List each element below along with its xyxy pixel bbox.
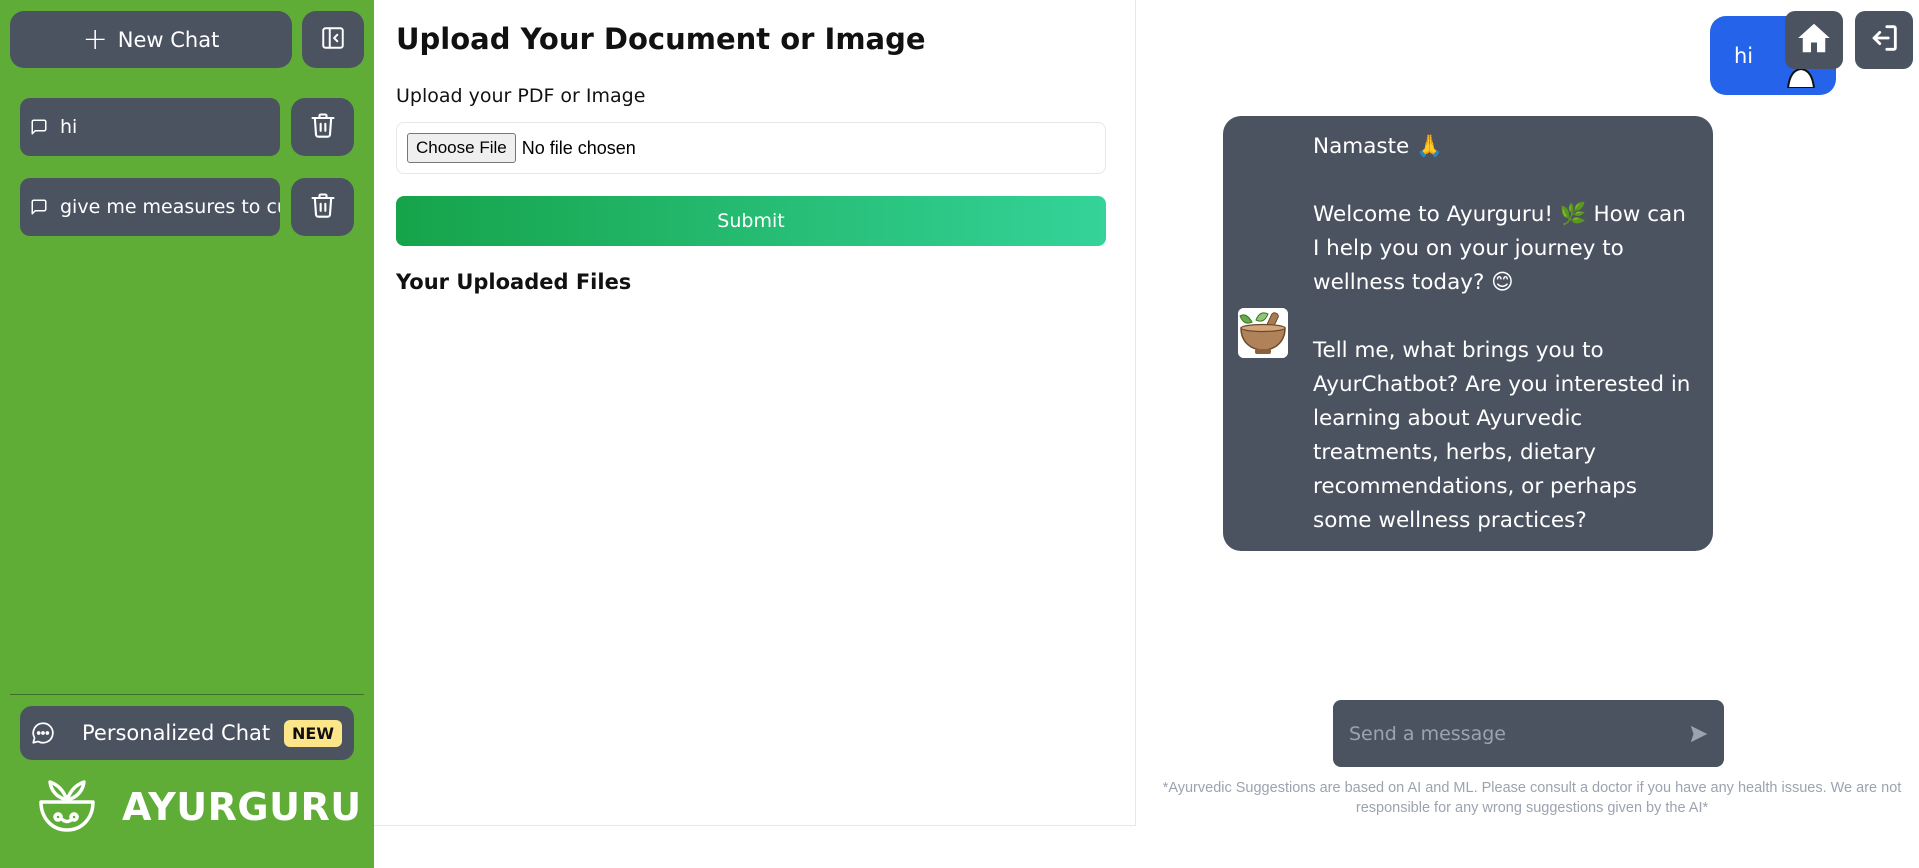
chat-history-item[interactable]: give me measures to cure xyxy=(20,178,280,236)
delete-chat-button[interactable] xyxy=(291,178,354,236)
sidebar-collapse-button[interactable] xyxy=(302,11,364,68)
message-circle-dots-icon xyxy=(30,720,56,746)
sidebar-divider xyxy=(10,694,364,695)
brand-name: AYURGURU xyxy=(122,785,362,829)
trash-icon xyxy=(309,111,337,143)
chat-history-label: give me measures to cure xyxy=(60,196,280,218)
bot-avatar xyxy=(1238,308,1288,358)
user-message-text: hi xyxy=(1734,43,1754,68)
choose-file-button[interactable]: Choose File xyxy=(407,133,516,163)
bot-message-paragraph: Tell me, what brings you to AyurChatbot?… xyxy=(1313,338,1691,533)
new-chat-button[interactable]: + New Chat xyxy=(10,11,292,68)
send-button[interactable] xyxy=(1688,723,1710,745)
logout-icon xyxy=(1867,21,1901,59)
home-button[interactable] xyxy=(1785,11,1843,69)
chat-history-item[interactable]: hi xyxy=(20,98,280,156)
brand: AYURGURU xyxy=(36,776,362,838)
page-title: Upload Your Document or Image xyxy=(396,22,926,56)
personalized-chat-button[interactable]: Personalized Chat NEW xyxy=(20,706,354,760)
upload-panel: Upload Your Document or Image Upload you… xyxy=(374,0,1136,826)
bot-message-paragraph: Namaste 🙏 xyxy=(1313,134,1443,159)
chat-history-label: hi xyxy=(60,116,78,138)
message-input[interactable] xyxy=(1347,721,1688,746)
file-input[interactable]: Choose File No file chosen xyxy=(396,122,1106,174)
personalized-chat-label: Personalized Chat xyxy=(82,721,271,745)
submit-button[interactable]: Submit xyxy=(396,196,1106,246)
plus-icon: + xyxy=(82,21,108,57)
upload-field-label: Upload your PDF or Image xyxy=(396,85,646,107)
logout-button[interactable] xyxy=(1855,11,1913,69)
bot-message-bubble: Namaste 🙏 Welcome to Ayurguru! 🌿 How can… xyxy=(1223,116,1713,551)
trash-icon xyxy=(309,191,337,223)
file-status-text: No file chosen xyxy=(521,137,636,158)
message-square-icon xyxy=(30,118,48,136)
delete-chat-button[interactable] xyxy=(291,98,354,156)
bot-message-paragraph: Welcome to Ayurguru! 🌿 How can I help yo… xyxy=(1313,202,1686,295)
new-chat-label: New Chat xyxy=(117,27,220,52)
home-icon xyxy=(1795,20,1833,60)
disclaimer-text: *Ayurvedic Suggestions are based on AI a… xyxy=(1162,780,1902,816)
uploaded-files-heading: Your Uploaded Files xyxy=(396,270,632,294)
sidebar-collapse-icon xyxy=(320,25,346,55)
message-input-container xyxy=(1333,700,1724,767)
sidebar: + New Chat hi give me measures to c Pers… xyxy=(0,0,374,868)
new-badge: NEW xyxy=(284,719,342,747)
message-square-icon xyxy=(30,198,48,216)
send-icon xyxy=(1690,725,1708,742)
bowl-leaves-logo xyxy=(36,776,98,838)
chat-panel: hi Namaste 🙏 Welcome to Ayurguru! 🌿 How … xyxy=(1137,0,1919,868)
